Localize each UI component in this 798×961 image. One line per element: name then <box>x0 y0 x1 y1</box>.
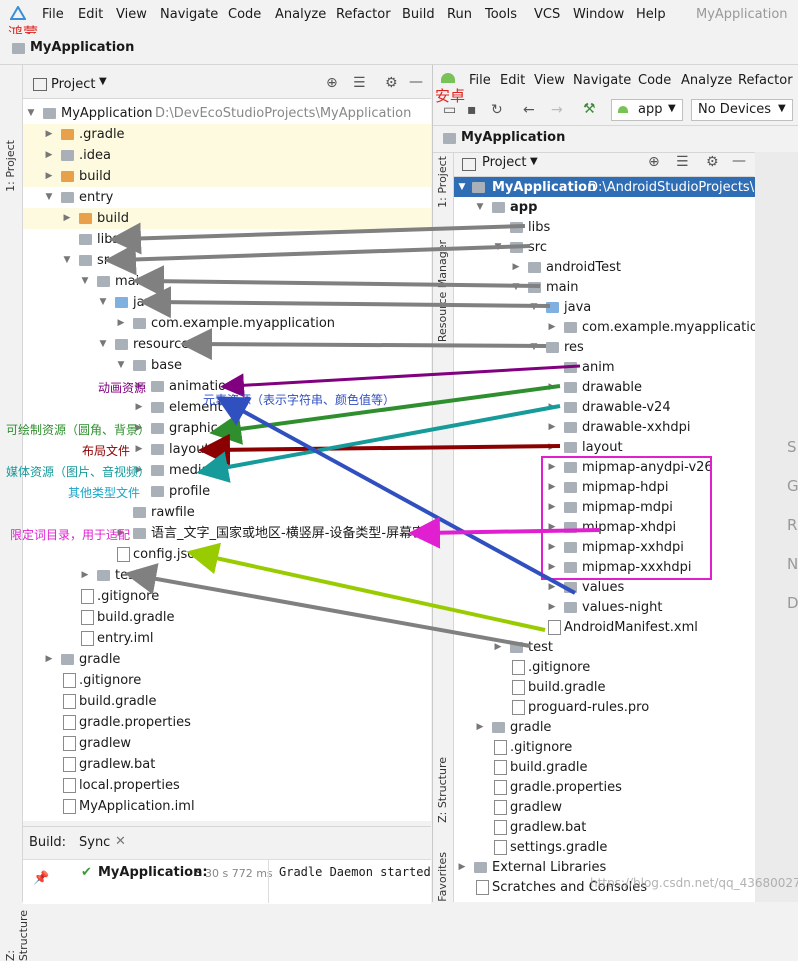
annotation-profile: 其他类型文件 <box>68 486 141 500</box>
annotation-animation: 动画资源 <box>98 381 147 395</box>
annotation-qualifier: 限定词目录，用于适配 <box>10 528 131 542</box>
annotation-media: 媒体资源（图片、音视频） <box>6 465 151 479</box>
annotation-graphic: 可绘制资源（圆角、背景） <box>6 423 151 437</box>
annotation-element: 元素资源（表示字符串、颜色值等） <box>203 393 396 407</box>
watermark: https://blog.csdn.net/qq_43680027 <box>590 876 798 890</box>
hm-tab-structure[interactable]: Z: Structure <box>4 910 30 961</box>
annotation-layout: 布局文件 <box>82 444 131 458</box>
